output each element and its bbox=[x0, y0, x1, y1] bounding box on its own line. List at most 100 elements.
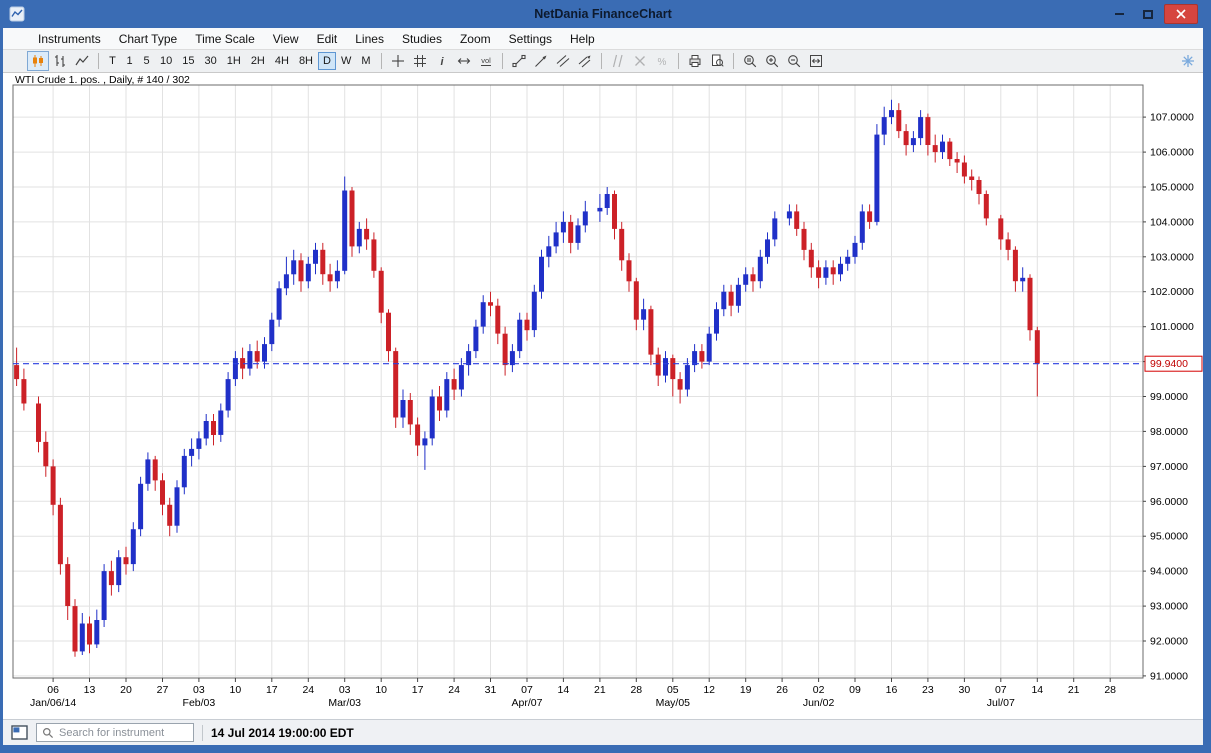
trendline-button[interactable] bbox=[508, 51, 530, 71]
candle bbox=[58, 498, 63, 575]
candle bbox=[160, 473, 165, 515]
svg-text:Apr/07: Apr/07 bbox=[512, 697, 543, 709]
candle bbox=[247, 344, 252, 376]
candle bbox=[984, 191, 989, 226]
timeframe-t-button[interactable]: T bbox=[104, 52, 121, 70]
svg-text:28: 28 bbox=[1104, 684, 1116, 696]
zoom-in-icon bbox=[764, 53, 780, 69]
svg-text:30: 30 bbox=[959, 684, 971, 696]
channel-icon bbox=[555, 53, 571, 69]
close-button[interactable] bbox=[1164, 4, 1198, 24]
candle bbox=[36, 397, 41, 453]
candle bbox=[306, 257, 311, 289]
menu-item-zoom[interactable]: Zoom bbox=[451, 29, 500, 49]
timeframe-1-button[interactable]: 1 bbox=[121, 52, 138, 70]
zoom-area-button[interactable] bbox=[739, 51, 761, 71]
candle bbox=[539, 250, 544, 299]
timeframe-5-button[interactable]: 5 bbox=[138, 52, 155, 70]
candle bbox=[867, 204, 872, 229]
candle bbox=[597, 194, 602, 222]
candle bbox=[422, 431, 427, 470]
menu-item-instruments[interactable]: Instruments bbox=[29, 29, 110, 49]
snowflake-button[interactable] bbox=[1177, 51, 1199, 71]
menu-item-chart-type[interactable]: Chart Type bbox=[110, 29, 186, 49]
menu-item-settings[interactable]: Settings bbox=[500, 29, 561, 49]
svg-text:Jul/07: Jul/07 bbox=[987, 697, 1015, 709]
candle bbox=[925, 114, 930, 156]
search-box[interactable] bbox=[36, 723, 194, 742]
zoom-out-button[interactable] bbox=[783, 51, 805, 71]
menu-item-edit[interactable]: Edit bbox=[308, 29, 347, 49]
time-axis[interactable]: 0613202703101724031017243107142128051219… bbox=[30, 678, 1116, 709]
svg-text:Jan/06/14: Jan/06/14 bbox=[30, 697, 76, 709]
trendline-icon bbox=[511, 53, 527, 69]
candle bbox=[802, 222, 807, 260]
price-axis[interactable]: 91.000092.000093.000094.000095.000096.00… bbox=[1143, 112, 1194, 683]
candle bbox=[401, 390, 406, 428]
timeframe-d-button[interactable]: D bbox=[318, 52, 336, 70]
volume-button[interactable]: vol bbox=[475, 51, 497, 71]
parallel-lines-button[interactable] bbox=[607, 51, 629, 71]
candle bbox=[335, 260, 340, 288]
crosshair-icon bbox=[390, 53, 406, 69]
trend-ray-button[interactable] bbox=[530, 51, 552, 71]
svg-text:96.0000: 96.0000 bbox=[1150, 496, 1188, 508]
grid-button[interactable] bbox=[409, 51, 431, 71]
print-preview-icon bbox=[709, 53, 725, 69]
minimize-button[interactable] bbox=[1106, 4, 1132, 24]
menu-item-studies[interactable]: Studies bbox=[393, 29, 451, 49]
svg-text:20: 20 bbox=[120, 684, 132, 696]
ohlc-bar-chart-button[interactable] bbox=[49, 51, 71, 71]
candle bbox=[1006, 232, 1011, 260]
timeframe-15-button[interactable]: 15 bbox=[177, 52, 199, 70]
timeframe-1h-button[interactable]: 1H bbox=[222, 52, 246, 70]
candle bbox=[328, 264, 333, 292]
timeframe-2h-button[interactable]: 2H bbox=[246, 52, 270, 70]
print-preview-button[interactable] bbox=[706, 51, 728, 71]
channel-button[interactable] bbox=[552, 51, 574, 71]
candle bbox=[255, 341, 260, 369]
timeframe-30-button[interactable]: 30 bbox=[200, 52, 222, 70]
menu-item-time-scale[interactable]: Time Scale bbox=[186, 29, 264, 49]
workspace-icon[interactable] bbox=[11, 725, 28, 740]
print-button[interactable] bbox=[684, 51, 706, 71]
menu-item-view[interactable]: View bbox=[264, 29, 308, 49]
candle bbox=[386, 309, 391, 361]
timeframe-w-button[interactable]: W bbox=[336, 52, 356, 70]
timeframe-4h-button[interactable]: 4H bbox=[270, 52, 294, 70]
timeframe-m-button[interactable]: M bbox=[356, 52, 375, 70]
svg-text:Feb/03: Feb/03 bbox=[183, 697, 216, 709]
zoom-in-button[interactable] bbox=[761, 51, 783, 71]
candle bbox=[1035, 327, 1040, 397]
candle bbox=[196, 431, 201, 459]
menu-item-help[interactable]: Help bbox=[561, 29, 604, 49]
menu-item-lines[interactable]: Lines bbox=[346, 29, 393, 49]
price-chart[interactable]: 91.000092.000093.000094.000095.000096.00… bbox=[3, 73, 1203, 719]
candle bbox=[495, 299, 500, 344]
crosshair-button[interactable] bbox=[387, 51, 409, 71]
expand-horizontal-button[interactable] bbox=[453, 51, 475, 71]
candle bbox=[116, 550, 121, 592]
toolbar-separator bbox=[678, 53, 679, 69]
timeframe-8h-button[interactable]: 8H bbox=[294, 52, 318, 70]
candle bbox=[1013, 246, 1018, 291]
candle bbox=[627, 253, 632, 291]
svg-text:26: 26 bbox=[776, 684, 788, 696]
candle bbox=[670, 355, 675, 397]
svg-text:vol: vol bbox=[481, 56, 491, 65]
channel-ray-button[interactable] bbox=[574, 51, 596, 71]
fit-chart-button[interactable] bbox=[805, 51, 827, 71]
candlestick-chart-button[interactable] bbox=[27, 51, 49, 71]
line-chart-button[interactable] bbox=[71, 51, 93, 71]
scale-percent-button[interactable]: % bbox=[651, 51, 673, 71]
maximize-button[interactable] bbox=[1135, 4, 1161, 24]
timeframe-10-button[interactable]: 10 bbox=[155, 52, 177, 70]
minimize-icon bbox=[1115, 13, 1124, 15]
search-input[interactable] bbox=[59, 727, 188, 739]
fit-chart-icon bbox=[808, 53, 824, 69]
candle bbox=[145, 452, 150, 490]
chart-info-button[interactable]: i bbox=[431, 51, 453, 71]
svg-text:97.0000: 97.0000 bbox=[1150, 461, 1188, 473]
delete-drawings-button[interactable] bbox=[629, 51, 651, 71]
candle bbox=[743, 267, 748, 291]
